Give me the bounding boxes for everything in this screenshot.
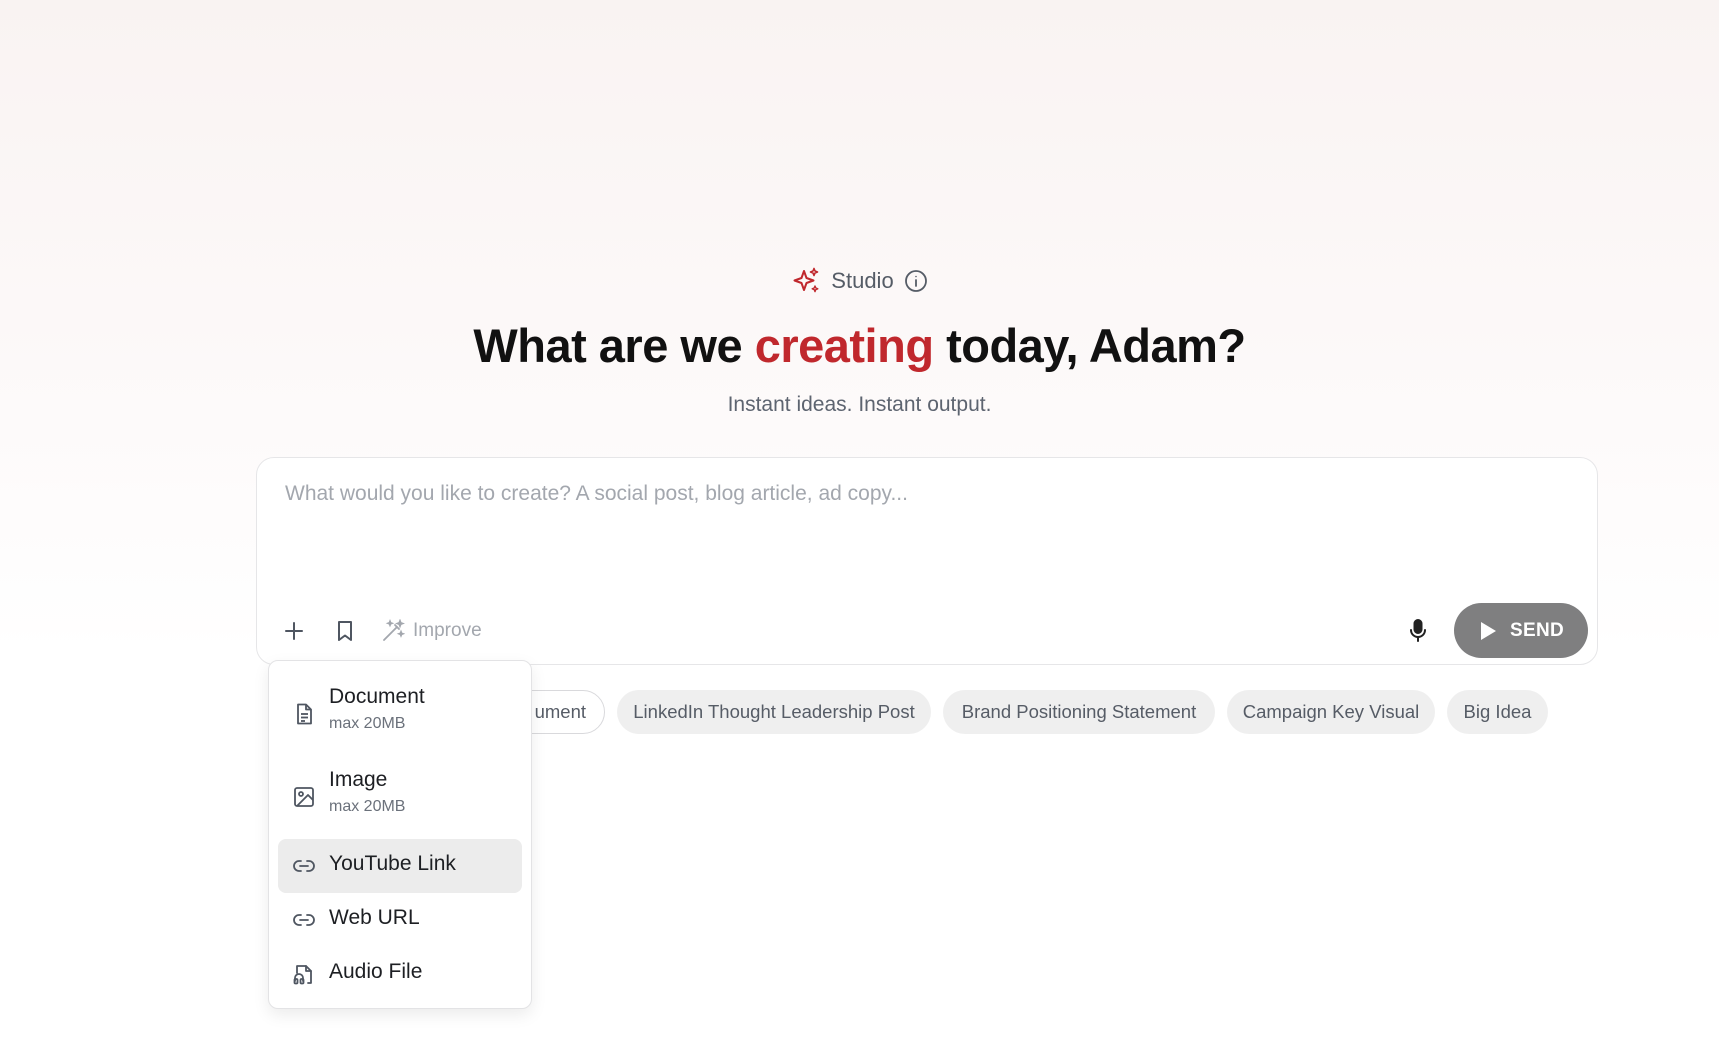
menu-item-sublabel: max 20MB xyxy=(329,798,406,815)
menu-item-label: Document xyxy=(329,685,425,708)
studio-label: Studio xyxy=(831,268,894,293)
audio-file-icon xyxy=(293,965,312,985)
title-prefix: What are we xyxy=(473,319,755,372)
menu-item-image[interactable]: Image max 20MB xyxy=(278,763,522,831)
attach-menu: Document max 20MB Image max 20MB YouTube… xyxy=(268,660,532,1009)
menu-item-document[interactable]: Document max 20MB xyxy=(278,679,522,747)
menu-item-sublabel: max 20MB xyxy=(329,715,406,732)
plus-icon xyxy=(285,622,303,640)
send-label: SEND xyxy=(1510,619,1564,641)
bookmark-icon xyxy=(338,621,352,641)
menu-item-label: Web URL xyxy=(329,906,420,929)
magic-wand-icon xyxy=(383,619,405,641)
suggestion-chip[interactable]: Campaign Key Visual xyxy=(1227,690,1435,734)
menu-item-youtube-link[interactable]: YouTube Link xyxy=(278,839,522,893)
add-attachment-button[interactable] xyxy=(279,616,309,646)
sparkle-icon xyxy=(793,267,819,293)
improve-label: Improve xyxy=(413,620,482,641)
menu-item-web-url[interactable]: Web URL xyxy=(278,893,522,947)
document-icon xyxy=(297,703,312,725)
improve-button[interactable]: Improve xyxy=(381,616,482,646)
prompt-input[interactable] xyxy=(283,480,1567,574)
link-icon xyxy=(293,860,315,872)
page-subtitle: Instant ideas. Instant output. xyxy=(727,393,992,416)
link-icon xyxy=(293,914,315,926)
suggestion-chip[interactable]: Big Idea xyxy=(1447,690,1548,734)
send-button[interactable]: SEND xyxy=(1454,603,1588,658)
menu-item-label: YouTube Link xyxy=(329,852,456,875)
prompt-composer: Improve SEND xyxy=(256,457,1598,665)
microphone-icon xyxy=(1410,619,1426,642)
suggestion-chip[interactable]: Brand Positioning Statement xyxy=(943,690,1215,734)
info-icon[interactable] xyxy=(904,269,928,293)
voice-input-button[interactable] xyxy=(1403,616,1433,646)
title-suffix: today, Adam? xyxy=(933,319,1246,372)
title-accent-word: creating xyxy=(754,319,934,372)
studio-header: Studio xyxy=(0,266,1719,296)
menu-item-label: Audio File xyxy=(329,960,423,983)
suggestion-chip[interactable]: LinkedIn Thought Leadership Post xyxy=(617,690,931,734)
menu-item-audio-file[interactable]: Audio File xyxy=(278,947,522,1001)
image-icon xyxy=(294,787,314,807)
saved-prompts-button[interactable] xyxy=(330,616,360,646)
menu-item-label: Image xyxy=(329,768,388,791)
page-title: What are we creating today, Adam? xyxy=(0,318,1719,373)
play-icon xyxy=(1481,621,1496,640)
